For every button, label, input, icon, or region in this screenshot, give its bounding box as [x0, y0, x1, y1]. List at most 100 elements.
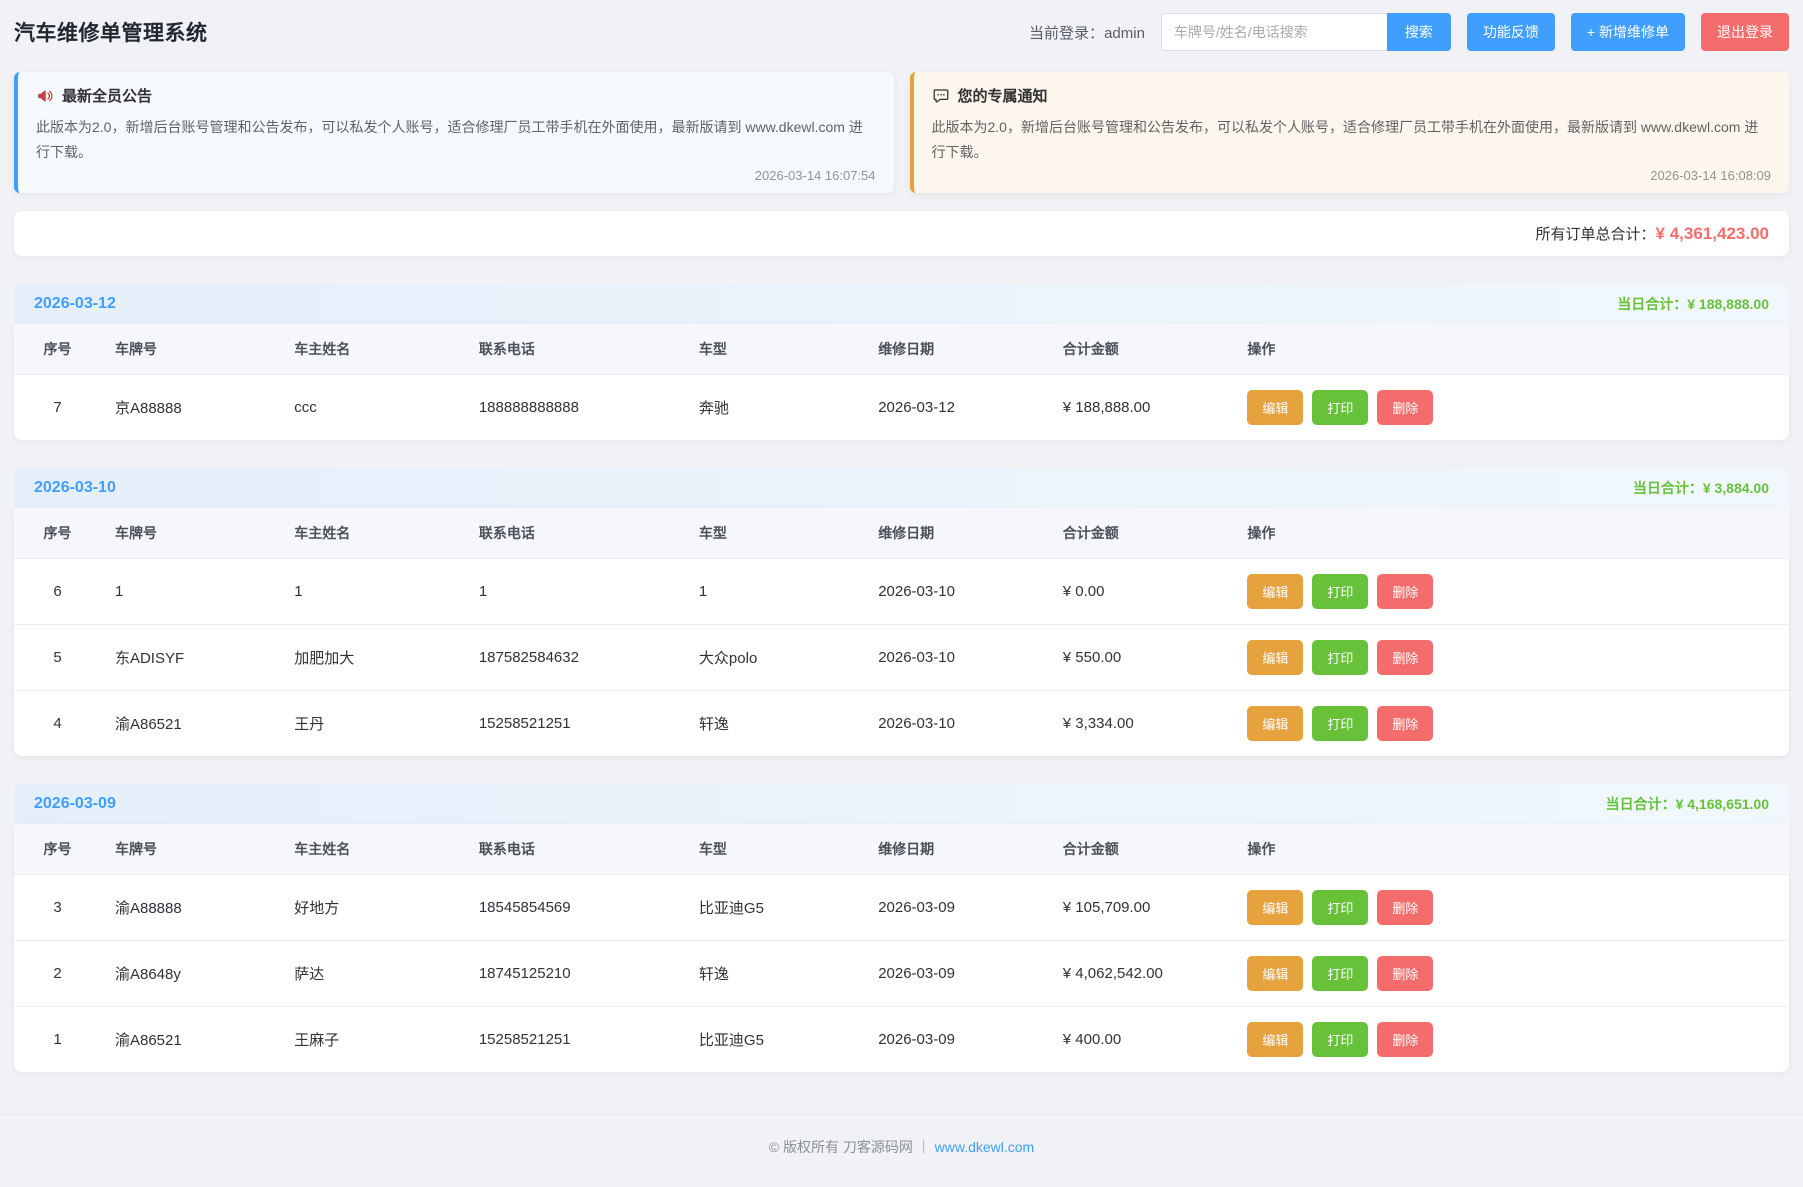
cell-seq: 7	[14, 375, 101, 441]
cell-plate: 1	[101, 559, 280, 625]
col-amount: 合计金额	[1049, 824, 1234, 875]
cell-phone: 1	[465, 559, 685, 625]
table-row: 5东ADISYF加肥加大187582584632大众polo2026-03-10…	[14, 625, 1789, 691]
col-model: 车型	[685, 324, 864, 375]
orders-grand-total: 所有订单总合计：¥ 4,361,423.00	[14, 211, 1789, 256]
cell-amount: ¥ 3,334.00	[1049, 691, 1234, 757]
cell-model: 轩逸	[685, 691, 864, 757]
table-row: 1渝A86521王麻子15258521251比亚迪G52026-03-09¥ 4…	[14, 1007, 1789, 1073]
cell-plate: 渝A86521	[101, 691, 280, 757]
col-date: 维修日期	[864, 508, 1049, 559]
grand-total-amount: ¥ 4,361,423.00	[1656, 224, 1769, 243]
cell-phone: 18545854569	[465, 875, 685, 941]
day-total: 当日合计：¥ 3,884.00	[1633, 478, 1769, 498]
col-date: 维修日期	[864, 324, 1049, 375]
cell-phone: 15258521251	[465, 1007, 685, 1073]
table-row: 2渝A8648y萨达18745125210轩逸2026-03-09¥ 4,062…	[14, 941, 1789, 1007]
print-button[interactable]: 打印	[1312, 640, 1368, 675]
grand-total-label: 所有订单总合计：	[1536, 226, 1656, 243]
announcement-timestamp: 2026-03-14 16:07:54	[36, 168, 876, 183]
day-header-bar: 2026-03-12 当日合计：¥ 188,888.00	[14, 284, 1789, 324]
cell-amount: ¥ 0.00	[1049, 559, 1234, 625]
print-button[interactable]: 打印	[1312, 574, 1368, 609]
current-login: 当前登录：admin	[1029, 22, 1145, 43]
orders-table: 序号 车牌号 车主姓名 联系电话 车型 维修日期 合计金额 操作 3渝A8888…	[14, 824, 1789, 1072]
feedback-button[interactable]: 功能反馈	[1467, 13, 1555, 51]
print-button[interactable]: 打印	[1312, 1022, 1368, 1057]
print-button[interactable]: 打印	[1312, 956, 1368, 991]
search-group: 搜索	[1161, 13, 1451, 51]
footer-link[interactable]: www.dkewl.com	[935, 1139, 1035, 1155]
cell-amount: ¥ 188,888.00	[1049, 375, 1234, 441]
print-button[interactable]: 打印	[1312, 390, 1368, 425]
col-seq: 序号	[14, 508, 101, 559]
cell-seq: 3	[14, 875, 101, 941]
edit-button[interactable]: 编辑	[1247, 1022, 1303, 1057]
footer-separator: ｜	[917, 1139, 931, 1155]
cell-seq: 1	[14, 1007, 101, 1073]
day-date: 2026-03-09	[34, 795, 116, 813]
cell-actions: 编辑打印删除	[1233, 941, 1789, 1007]
print-button[interactable]: 打印	[1312, 706, 1368, 741]
delete-button[interactable]: 删除	[1377, 640, 1433, 675]
cell-actions: 编辑打印删除	[1233, 875, 1789, 941]
orders-table-card: 序号 车牌号 车主姓名 联系电话 车型 维修日期 合计金额 操作 3渝A8888…	[14, 824, 1789, 1072]
delete-button[interactable]: 删除	[1377, 890, 1433, 925]
edit-button[interactable]: 编辑	[1247, 390, 1303, 425]
logout-button[interactable]: 退出登录	[1701, 13, 1789, 51]
col-actions: 操作	[1233, 324, 1789, 375]
cell-actions: 编辑打印删除	[1233, 1007, 1789, 1073]
header-controls: 当前登录：admin 搜索 功能反馈 + 新增维修单 退出登录	[1029, 13, 1789, 51]
edit-button[interactable]: 编辑	[1247, 574, 1303, 609]
delete-button[interactable]: 删除	[1377, 574, 1433, 609]
day-date: 2026-03-10	[34, 479, 116, 497]
col-seq: 序号	[14, 824, 101, 875]
page-footer: © 版权所有 刀客源码网 ｜ www.dkewl.com	[0, 1114, 1803, 1187]
table-header-row: 序号 车牌号 车主姓名 联系电话 车型 维修日期 合计金额 操作	[14, 508, 1789, 559]
search-button[interactable]: 搜索	[1387, 13, 1451, 51]
cell-amount: ¥ 400.00	[1049, 1007, 1234, 1073]
delete-button[interactable]: 删除	[1377, 1022, 1433, 1057]
search-input[interactable]	[1161, 13, 1387, 51]
add-repair-order-button[interactable]: + 新增维修单	[1571, 13, 1685, 51]
cell-owner: 1	[280, 559, 465, 625]
cell-amount: ¥ 4,062,542.00	[1049, 941, 1234, 1007]
col-actions: 操作	[1233, 508, 1789, 559]
cell-date: 2026-03-10	[864, 625, 1049, 691]
col-phone: 联系电话	[465, 508, 685, 559]
orders-table: 序号 车牌号 车主姓名 联系电话 车型 维修日期 合计金额 操作 7京A8888…	[14, 324, 1789, 440]
delete-button[interactable]: 删除	[1377, 706, 1433, 741]
cell-model: 奔驰	[685, 375, 864, 441]
table-header-row: 序号 车牌号 车主姓名 联系电话 车型 维修日期 合计金额 操作	[14, 324, 1789, 375]
table-row: 3渝A88888好地方18545854569比亚迪G52026-03-09¥ 1…	[14, 875, 1789, 941]
cell-phone: 18745125210	[465, 941, 685, 1007]
announcement-body: 此版本为2.0，新增后台账号管理和公告发布，可以私发个人账号，适合修理厂员工带手…	[36, 115, 876, 164]
cell-model: 轩逸	[685, 941, 864, 1007]
col-plate: 车牌号	[101, 824, 280, 875]
day-date: 2026-03-12	[34, 295, 116, 313]
edit-button[interactable]: 编辑	[1247, 706, 1303, 741]
login-user: admin	[1104, 25, 1145, 42]
cell-date: 2026-03-10	[864, 691, 1049, 757]
edit-button[interactable]: 编辑	[1247, 640, 1303, 675]
cell-phone: 15258521251	[465, 691, 685, 757]
edit-button[interactable]: 编辑	[1247, 956, 1303, 991]
cell-date: 2026-03-10	[864, 559, 1049, 625]
print-button[interactable]: 打印	[1312, 890, 1368, 925]
personal-notice-card: 您的专属通知 此版本为2.0，新增后台账号管理和公告发布，可以私发个人账号，适合…	[910, 72, 1790, 193]
cell-owner: 加肥加大	[280, 625, 465, 691]
personal-notice-header: 您的专属通知	[932, 85, 1772, 106]
speech-bubble-icon	[932, 87, 950, 105]
edit-button[interactable]: 编辑	[1247, 890, 1303, 925]
cell-date: 2026-03-09	[864, 941, 1049, 1007]
cell-owner: 萨达	[280, 941, 465, 1007]
cell-seq: 6	[14, 559, 101, 625]
delete-button[interactable]: 删除	[1377, 956, 1433, 991]
cell-amount: ¥ 550.00	[1049, 625, 1234, 691]
announcement-title: 最新全员公告	[62, 85, 152, 106]
cell-phone: 188888888888	[465, 375, 685, 441]
copyright-text: © 版权所有 刀客源码网	[769, 1139, 913, 1155]
orders-table-card: 序号 车牌号 车主姓名 联系电话 车型 维修日期 合计金额 操作 6111120…	[14, 508, 1789, 756]
delete-button[interactable]: 删除	[1377, 390, 1433, 425]
cell-plate: 渝A86521	[101, 1007, 280, 1073]
